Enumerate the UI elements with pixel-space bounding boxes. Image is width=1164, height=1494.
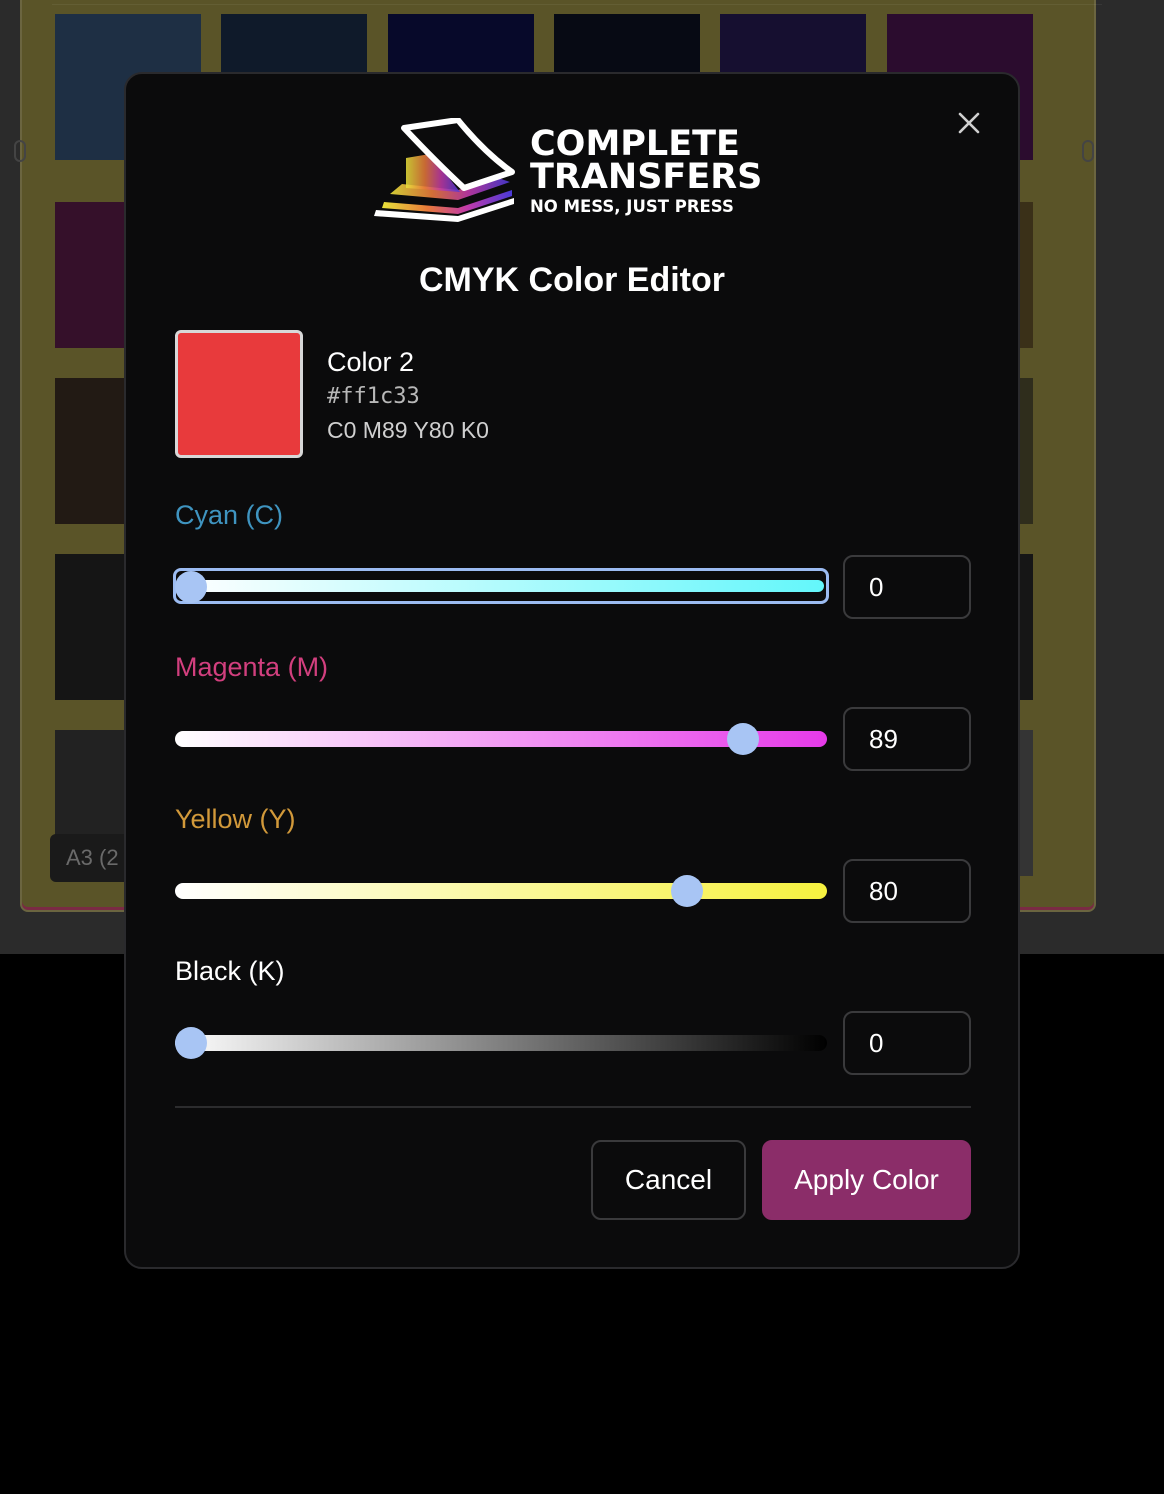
resize-handle-left[interactable] [14,140,26,162]
black-label: Black (K) [175,956,285,986]
color-info: Color 2 #ff1c33 C0 M89 Y80 K0 [327,344,489,446]
cmyk-editor-dialog: COMPLETE TRANSFERS NO MESS, JUST PRESS C… [124,72,1020,1269]
close-icon [958,112,980,134]
color-cmyk-summary: C0 M89 Y80 K0 [327,417,489,443]
sheet-gridline [52,4,1102,5]
close-button[interactable] [954,108,984,138]
color-hex-value: #ff1c33 [327,384,420,409]
color-name: Color 2 [327,347,415,377]
footer-divider [175,1106,971,1108]
logo-stacked-sheets-icon [374,117,515,222]
black-value-input[interactable]: 0 [843,1011,971,1075]
slider-track [175,1035,827,1051]
slider-thumb[interactable] [671,875,703,907]
slider-track [175,883,827,899]
yellow-slider[interactable] [175,874,829,908]
slider-track [178,580,824,592]
cyan-value-input[interactable]: 0 [843,555,971,619]
resize-handle-right[interactable] [1082,140,1094,162]
logo-tagline: NO MESS, JUST PRESS [530,197,734,216]
black-slider[interactable] [175,1026,829,1060]
slider-thumb[interactable] [175,1027,207,1059]
logo-line-2: TRANSFERS [530,157,763,197]
cyan-slider[interactable] [173,568,829,604]
slider-thumb[interactable] [726,723,759,755]
slider-focus-ring [173,568,829,604]
magenta-label: Magenta (M) [175,652,329,682]
color-preview-swatch [175,330,303,458]
magenta-slider[interactable] [175,722,829,756]
dialog-title: CMYK Color Editor [419,261,725,299]
cancel-button[interactable]: Cancel [591,1140,746,1220]
magenta-value-input[interactable]: 89 [843,707,971,771]
cyan-label: Cyan (C) [175,500,284,530]
logo-wordmark: COMPLETE TRANSFERS NO MESS, JUST PRESS [530,127,763,218]
yellow-label: Yellow (Y) [175,804,296,834]
slider-thumb[interactable] [175,571,207,603]
apply-color-button[interactable]: Apply Color [762,1140,971,1220]
complete-transfers-logo: COMPLETE TRANSFERS NO MESS, JUST PRESS [372,117,778,222]
yellow-value-input[interactable]: 80 [843,859,971,923]
